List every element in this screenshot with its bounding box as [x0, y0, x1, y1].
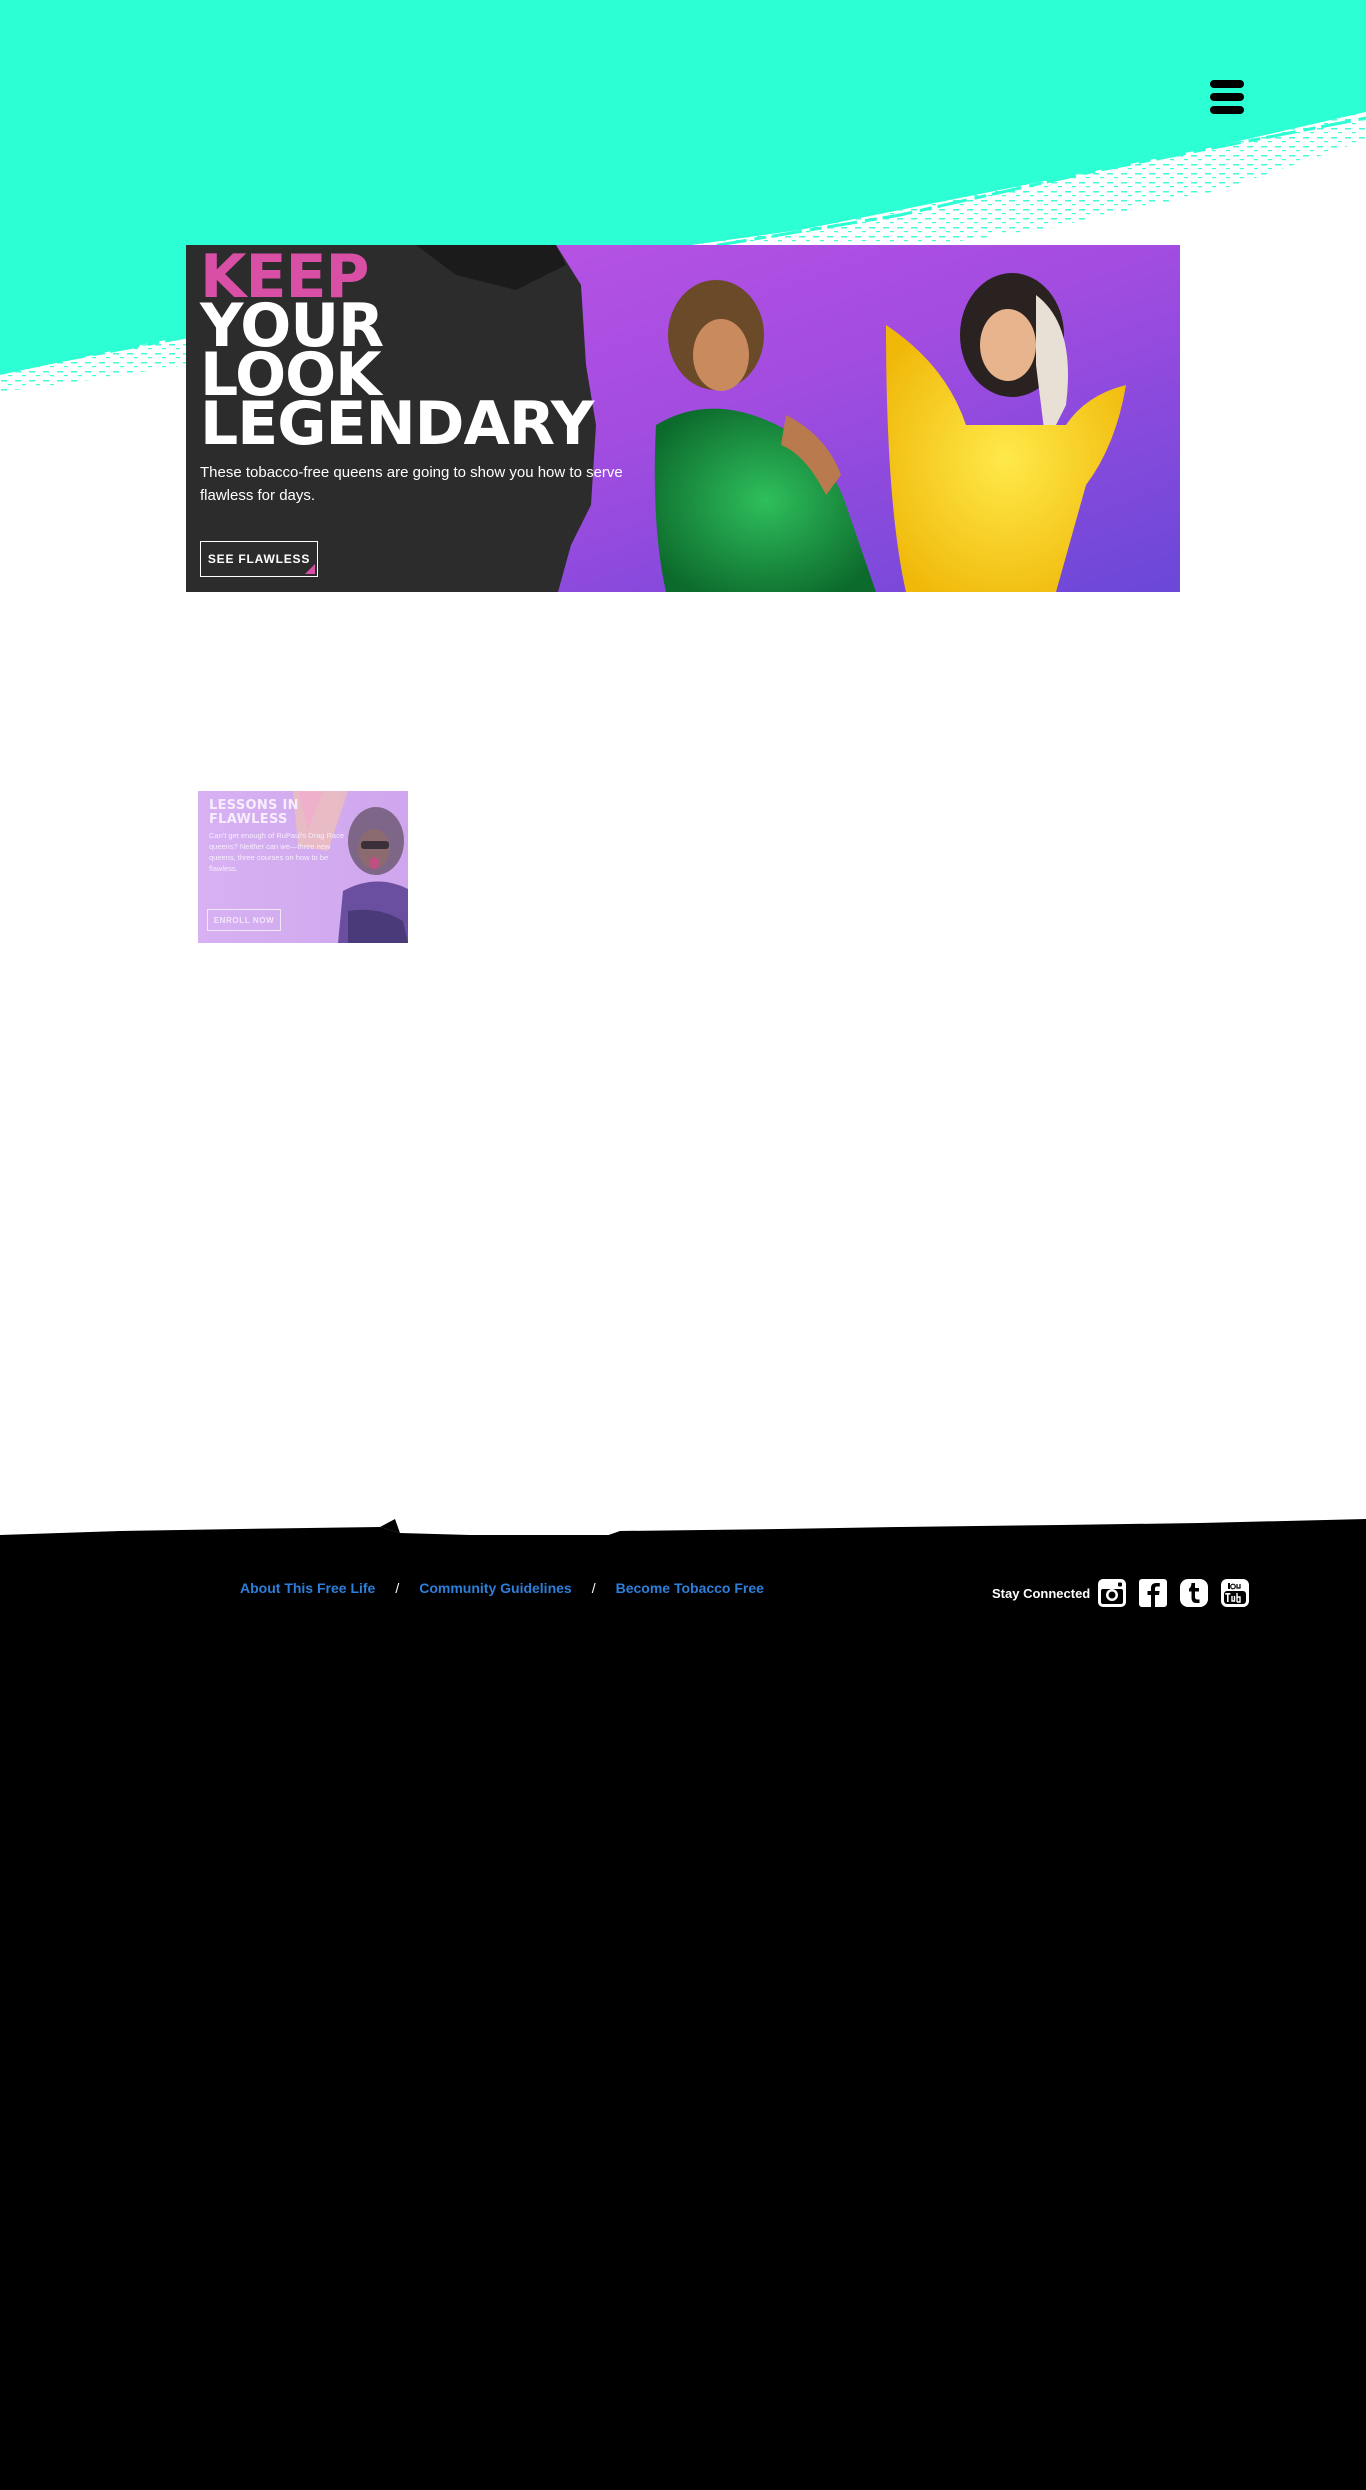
see-flawless-button[interactable]: SEE FLAWLESS [200, 541, 318, 577]
menu-bar-top [1210, 80, 1244, 88]
tumblr-icon[interactable] [1179, 1578, 1209, 1608]
facebook-icon[interactable] [1138, 1578, 1168, 1608]
hamburger-menu-icon[interactable] [1210, 80, 1244, 114]
promo-text: Can't get enough of RuPaul's Drag Race q… [209, 831, 345, 873]
footer-separator: / [395, 1580, 400, 1596]
enroll-now-button[interactable]: ENROLL NOW [207, 909, 281, 931]
site-footer: About This Free Life / Community Guideli… [0, 1535, 1366, 2490]
hero-text-block: KEEP YOUR LOOK LEGENDARY These tobacco-f… [200, 247, 640, 507]
hero-subtext: These tobacco-free queens are going to s… [200, 464, 623, 504]
menu-bar-bottom [1210, 106, 1244, 114]
footer-link-about[interactable]: About This Free Life [240, 1580, 375, 1596]
lessons-in-flawless-card[interactable]: LESSONS IN FLAWLESS Can't get enough of … [198, 791, 408, 943]
footer-link-become-tobacco-free[interactable]: Become Tobacco Free [616, 1580, 764, 1596]
hero-heading-line-legendary: LEGENDARY [200, 389, 594, 459]
menu-bar-middle [1210, 93, 1244, 101]
instagram-icon[interactable] [1097, 1578, 1127, 1608]
corner-triangle-icon [305, 564, 315, 574]
footer-link-community-guidelines[interactable]: Community Guidelines [419, 1580, 571, 1596]
hero-heading: KEEP YOUR LOOK LEGENDARY [200, 247, 640, 459]
social-icons [1097, 1578, 1250, 1608]
see-flawless-label: SEE FLAWLESS [207, 552, 311, 566]
footer-nav: About This Free Life / Community Guideli… [240, 1580, 764, 1596]
promo-title: LESSONS IN FLAWLESS [209, 798, 299, 827]
stay-connected-label: Stay Connected [992, 1586, 1091, 1601]
youtube-icon[interactable] [1220, 1578, 1250, 1608]
footer-separator: / [591, 1580, 596, 1596]
hero-banner[interactable]: KEEP YOUR LOOK LEGENDARY These tobacco-f… [186, 245, 1180, 592]
